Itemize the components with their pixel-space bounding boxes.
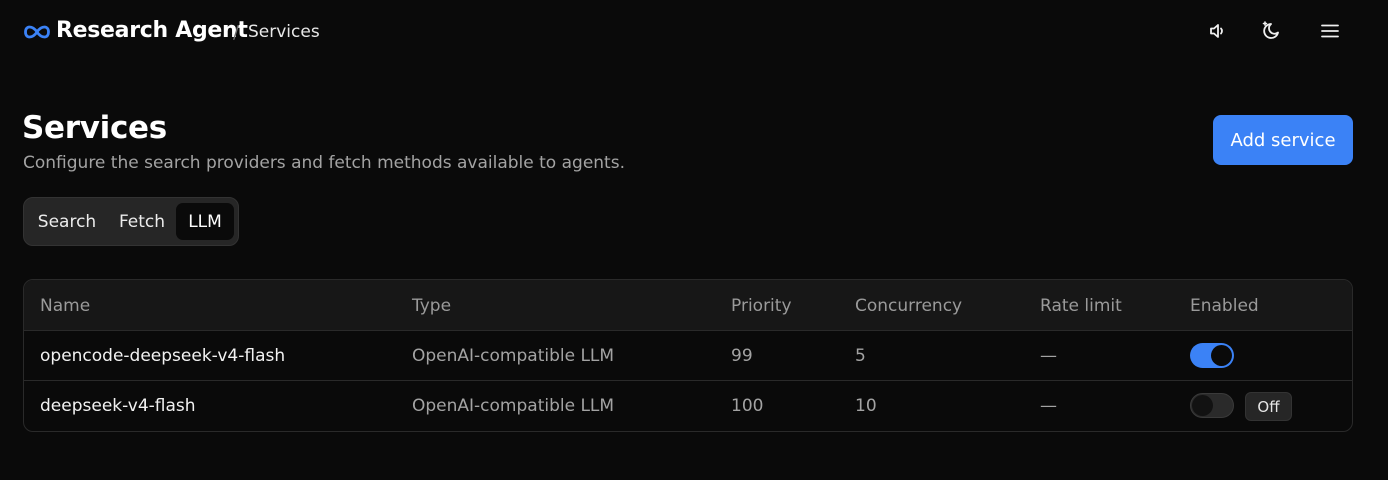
breadcrumb-separator: / (233, 22, 240, 43)
toggle-knob (1211, 345, 1232, 366)
page-subtitle: Configure the search providers and fetch… (23, 153, 625, 173)
page-title: Services (22, 110, 167, 146)
table-header: Name Type Priority Concurrency Rate limi… (24, 280, 1352, 331)
hamburger-menu-icon (1320, 21, 1340, 41)
column-header-concurrency[interactable]: Concurrency (855, 280, 962, 331)
status-badge: Off (1245, 392, 1292, 421)
table-row[interactable]: opencode-deepseek-v4-flash OpenAI-compat… (24, 331, 1352, 381)
theme-toggle-icon (1260, 20, 1282, 42)
tab-search[interactable]: Search (30, 203, 104, 240)
add-service-button[interactable]: Add service (1213, 115, 1353, 165)
column-header-priority[interactable]: Priority (731, 280, 792, 331)
tab-fetch[interactable]: Fetch (108, 203, 176, 240)
service-concurrency: 5 (855, 346, 866, 366)
infinity-logo-icon[interactable] (24, 22, 50, 42)
service-concurrency: 10 (855, 396, 877, 416)
menu-button[interactable] (1315, 16, 1345, 46)
service-rate-limit: — (1040, 346, 1057, 366)
service-name[interactable]: deepseek-v4-flash (40, 381, 196, 431)
service-priority: 100 (731, 396, 764, 416)
volume-button[interactable] (1203, 16, 1233, 46)
column-header-name[interactable]: Name (40, 280, 90, 331)
column-header-type[interactable]: Type (412, 280, 451, 331)
service-priority: 99 (731, 346, 753, 366)
tab-llm[interactable]: LLM (176, 203, 234, 240)
service-name[interactable]: opencode-deepseek-v4-flash (40, 331, 285, 381)
column-header-enabled[interactable]: Enabled (1190, 280, 1259, 331)
service-type-tabs: Search Fetch LLM (23, 197, 239, 246)
enabled-toggle[interactable] (1190, 393, 1234, 418)
table-row[interactable]: deepseek-v4-flash OpenAI-compatible LLM … (24, 381, 1352, 431)
service-type: OpenAI-compatible LLM (412, 396, 615, 416)
breadcrumb-current: Services (248, 22, 320, 42)
top-bar: Research Agent / Services (0, 0, 1388, 64)
service-type: OpenAI-compatible LLM (412, 346, 615, 366)
service-rate-limit: — (1040, 396, 1057, 416)
column-header-rate-limit[interactable]: Rate limit (1040, 280, 1122, 331)
volume-icon (1208, 21, 1228, 41)
services-table: Name Type Priority Concurrency Rate limi… (23, 279, 1353, 432)
enabled-toggle[interactable] (1190, 343, 1234, 368)
theme-toggle-button[interactable] (1256, 16, 1286, 46)
app-brand[interactable]: Research Agent (56, 18, 248, 43)
toggle-knob (1192, 395, 1213, 416)
